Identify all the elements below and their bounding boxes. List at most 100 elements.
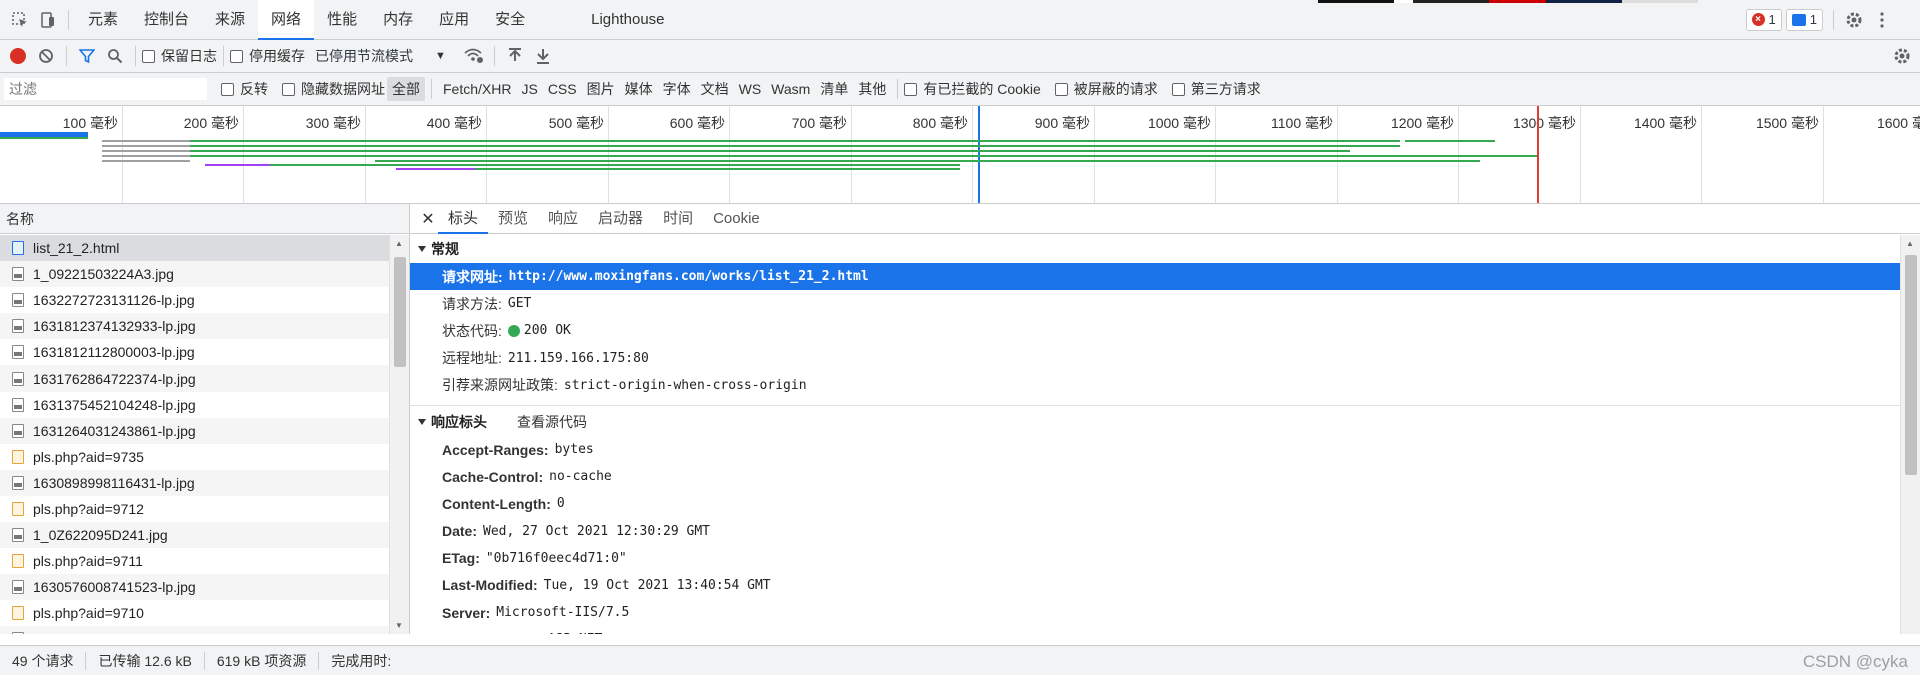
- error-badge[interactable]: × 1: [1745, 8, 1782, 31]
- network-conditions-icon[interactable]: [460, 42, 488, 70]
- general-row[interactable]: 请求方法: GET: [410, 290, 1900, 317]
- detail-tab-2[interactable]: 响应: [538, 204, 588, 234]
- detail-scrollbar[interactable]: ▲: [1900, 235, 1920, 634]
- tab-8[interactable]: Lighthouse: [578, 0, 677, 40]
- filter-type-7[interactable]: 文档: [696, 77, 734, 101]
- checkbox-box[interactable]: [142, 49, 155, 63]
- close-icon[interactable]: ✕: [418, 205, 438, 233]
- filter-type-8[interactable]: WS: [734, 79, 767, 99]
- filter-type-11[interactable]: 其他: [853, 77, 891, 101]
- request-row[interactable]: 1631812112800003-lp.jpg: [0, 339, 390, 365]
- tab-1[interactable]: 控制台: [131, 0, 202, 40]
- checkbox-box[interactable]: [230, 49, 243, 63]
- scroll-up-icon[interactable]: ▲: [1906, 239, 1914, 248]
- record-button[interactable]: [10, 48, 26, 64]
- tab-4[interactable]: 性能: [314, 0, 370, 40]
- import-har-icon[interactable]: [501, 42, 529, 70]
- request-row[interactable]: 1_09221503224A3.jpg: [0, 261, 390, 288]
- network-settings-gear-icon[interactable]: [1888, 42, 1916, 70]
- scroll-down-icon[interactable]: ▼: [395, 621, 403, 630]
- general-row[interactable]: 远程地址: 211.159.166.175:80: [410, 345, 1900, 372]
- filter-type-2[interactable]: JS: [516, 79, 542, 99]
- tab-7[interactable]: 安全: [482, 0, 538, 40]
- view-source-link[interactable]: 查看源代码: [517, 408, 587, 436]
- message-badge[interactable]: 1: [1785, 8, 1823, 31]
- request-list-scrollbar[interactable]: ▲ ▼: [389, 235, 409, 634]
- name-column-header[interactable]: 名称: [0, 204, 409, 234]
- response-header-row[interactable]: Accept-Ranges: bytes: [410, 436, 1900, 463]
- request-row[interactable]: 1631762864722374-lp.jpg: [0, 365, 390, 392]
- blocked-requests-checkbox[interactable]: 被屏蔽的请求: [1054, 79, 1158, 99]
- checkbox-box[interactable]: [221, 82, 234, 96]
- response-header-row[interactable]: Date: Wed, 27 Oct 2021 12:30:29 GMT: [410, 518, 1900, 545]
- request-row[interactable]: 1630898998116431-lp.jpg: [0, 469, 390, 496]
- filter-type-3[interactable]: CSS: [543, 79, 582, 99]
- request-row[interactable]: pls.php?aid=9712: [0, 496, 390, 522]
- checkbox-box[interactable]: [282, 82, 295, 96]
- response-header-row[interactable]: X-Powered-By: ASP.NET: [410, 626, 1900, 634]
- request-row[interactable]: 1630576008741523-lp.jpg: [0, 574, 390, 601]
- third-party-checkbox[interactable]: 第三方请求: [1171, 79, 1261, 99]
- request-row[interactable]: pls.php?aid=9711: [0, 548, 390, 574]
- throttling-select[interactable]: 已停用节流模式 ▼: [315, 46, 446, 66]
- network-overview-timeline[interactable]: 100 毫秒 200 毫秒 300 毫秒 400 毫秒 500 毫秒 600 毫秒 700 …: [0, 106, 1920, 204]
- filter-type-5[interactable]: 媒体: [620, 77, 658, 101]
- general-row[interactable]: 请求网址: http://www.moxingfans.com/works/lis…: [410, 263, 1900, 291]
- filter-icon[interactable]: [73, 42, 101, 70]
- request-row[interactable]: 1631375452104248-lp.jpg: [0, 392, 390, 418]
- disable-cache-checkbox[interactable]: 停用缓存: [230, 46, 305, 66]
- tab-6[interactable]: 应用: [426, 0, 482, 40]
- general-row[interactable]: 状态代码: 200 OK: [410, 317, 1900, 344]
- request-row[interactable]: 1632272723131126-lp.jpg: [0, 287, 390, 313]
- request-row[interactable]: 1631812374132933-lp.jpg: [0, 313, 390, 340]
- tab-2[interactable]: 来源: [202, 0, 258, 40]
- checkbox-box[interactable]: [904, 82, 918, 96]
- general-row[interactable]: 引荐来源网址政策: strict-origin-when-cross-origin: [410, 372, 1900, 399]
- blocked-cookies-checkbox[interactable]: 有已拦截的 Cookie: [904, 79, 1041, 99]
- more-vertical-icon[interactable]: [1868, 6, 1896, 34]
- detail-tab-0[interactable]: 标头: [438, 204, 489, 234]
- inspect-element-icon[interactable]: [6, 6, 34, 34]
- detail-tab-5[interactable]: Cookie: [703, 204, 770, 234]
- filter-input[interactable]: [4, 78, 207, 100]
- filter-type-1[interactable]: Fetch/XHR: [438, 79, 516, 99]
- request-row[interactable]: 1631264031243861-lp.jpg: [0, 417, 390, 444]
- detail-tab-1[interactable]: 预览: [488, 204, 538, 234]
- export-har-icon[interactable]: [529, 42, 557, 70]
- search-icon[interactable]: [101, 42, 129, 70]
- request-count: 49 个请求: [0, 651, 87, 670]
- general-section-header[interactable]: 常规: [410, 235, 1900, 263]
- device-toolbar-icon[interactable]: [34, 6, 62, 34]
- hide-data-urls-checkbox[interactable]: 隐藏数据网址: [282, 79, 385, 99]
- preserve-log-checkbox[interactable]: 保留日志: [142, 46, 217, 66]
- scrollbar-thumb[interactable]: [1905, 255, 1917, 475]
- response-header-row[interactable]: Server: Microsoft-IIS/7.5: [410, 599, 1900, 626]
- request-row[interactable]: pls.php?aid=9735: [0, 444, 390, 470]
- request-row[interactable]: list_21_2.html: [0, 235, 390, 262]
- request-row[interactable]: 2019....1.2.j: [0, 626, 390, 634]
- response-header-row[interactable]: ETag: "0b716f0eec4d71:0": [410, 545, 1900, 572]
- tab-5[interactable]: 内存: [370, 0, 426, 40]
- filter-type-6[interactable]: 字体: [658, 77, 696, 101]
- scrollbar-thumb[interactable]: [394, 257, 406, 367]
- filter-type-9[interactable]: Wasm: [766, 79, 815, 99]
- filter-type-0[interactable]: 全部: [387, 77, 425, 101]
- invert-checkbox[interactable]: 反转: [221, 79, 268, 99]
- request-row[interactable]: pls.php?aid=9710: [0, 600, 390, 626]
- checkbox-box[interactable]: [1054, 82, 1068, 96]
- filter-type-4[interactable]: 图片: [582, 77, 620, 101]
- tab-3[interactable]: 网络: [258, 0, 315, 40]
- response-header-row[interactable]: Cache-Control: no-cache: [410, 463, 1900, 490]
- detail-tab-3[interactable]: 启动器: [588, 204, 653, 234]
- response-headers-section-header[interactable]: 响应标头 查看源代码: [410, 408, 1900, 436]
- request-row[interactable]: 1_0Z622095D241.jpg: [0, 522, 390, 549]
- tab-0[interactable]: 元素: [75, 0, 131, 40]
- response-header-row[interactable]: Last-Modified: Tue, 19 Oct 2021 13:40:54 …: [410, 572, 1900, 599]
- detail-tab-4[interactable]: 时间: [653, 204, 703, 234]
- response-header-row[interactable]: Content-Length: 0: [410, 490, 1900, 517]
- scroll-up-icon[interactable]: ▲: [395, 239, 403, 248]
- filter-type-10[interactable]: 清单: [815, 77, 853, 101]
- settings-gear-icon[interactable]: [1840, 6, 1868, 34]
- clear-icon[interactable]: [32, 42, 60, 70]
- checkbox-box[interactable]: [1171, 82, 1185, 96]
